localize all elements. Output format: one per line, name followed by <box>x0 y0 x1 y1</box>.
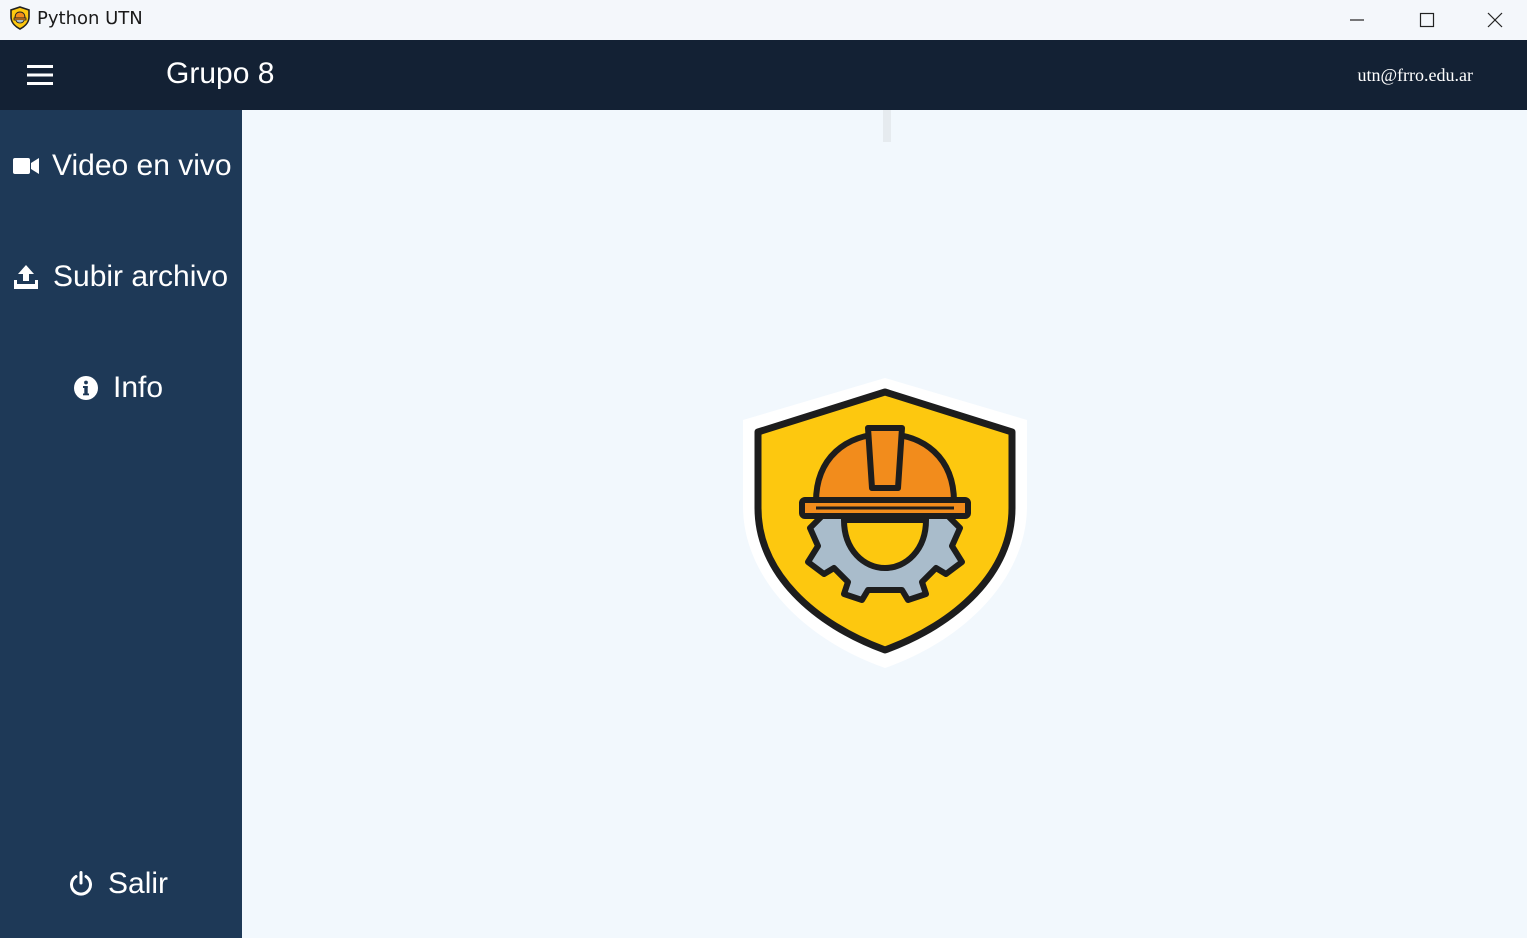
minimize-button[interactable] <box>1322 0 1392 40</box>
app-header: Grupo 8 utn@frro.edu.ar <box>0 40 1527 110</box>
main-content <box>242 110 1527 938</box>
sidebar: Video en vivo Subir archivo Info Salir <box>0 110 242 938</box>
user-email: utn@frro.edu.ar <box>1357 65 1473 85</box>
sidebar-item-info[interactable]: Info <box>0 358 242 418</box>
scroll-indicator <box>883 110 891 142</box>
maximize-icon <box>1419 12 1435 28</box>
sidebar-item-salir[interactable]: Salir <box>0 854 242 914</box>
minimize-icon <box>1350 19 1364 21</box>
sidebar-item-label: Subir archivo <box>53 260 229 293</box>
close-button[interactable] <box>1462 0 1527 40</box>
maximize-button[interactable] <box>1392 0 1462 40</box>
window-title: Python UTN <box>37 8 143 29</box>
sidebar-item-label: Info <box>113 371 164 404</box>
sidebar-item-subir-archivo[interactable]: Subir archivo <box>0 247 242 307</box>
shield-helmet-icon <box>10 6 30 30</box>
sidebar-item-video-en-vivo[interactable]: Video en vivo <box>0 136 242 196</box>
hamburger-icon <box>27 65 53 85</box>
menu-button[interactable] <box>22 60 58 90</box>
sidebar-item-label: Video en vivo <box>52 149 232 182</box>
close-icon <box>1487 12 1502 28</box>
sidebar-item-label: Salir <box>108 867 169 900</box>
upload-icon <box>14 265 38 289</box>
page-title: Grupo 8 <box>166 57 275 90</box>
video-camera-icon <box>12 158 39 174</box>
info-icon <box>74 376 98 400</box>
power-icon <box>70 871 92 896</box>
window-title-bar: Python UTN <box>0 0 1527 40</box>
safety-shield-helmet-gear-logo <box>743 378 1027 668</box>
